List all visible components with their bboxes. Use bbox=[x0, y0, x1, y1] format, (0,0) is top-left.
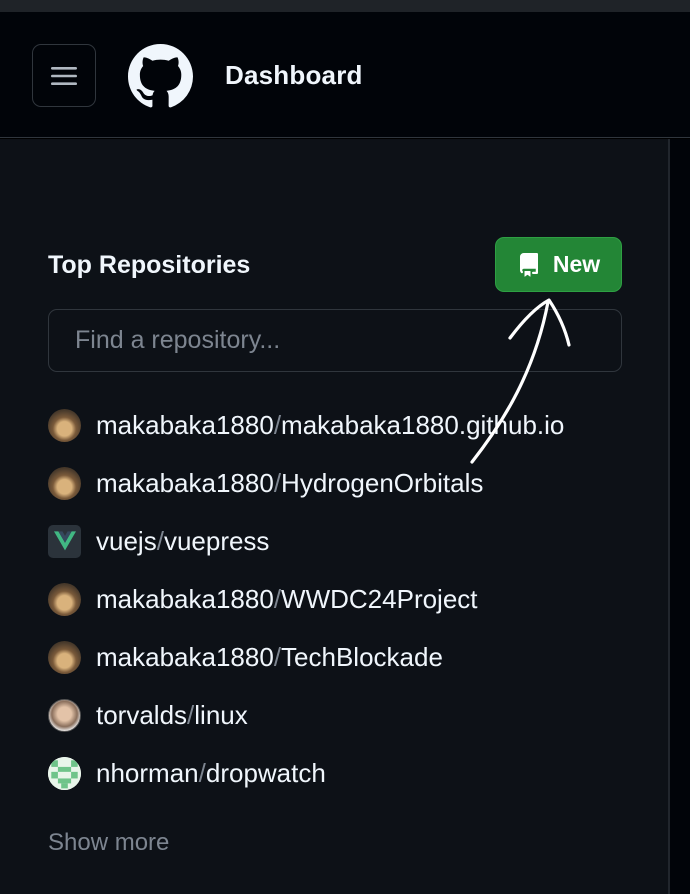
makabaka1880-avatar bbox=[48, 582, 81, 616]
repo-separator: / bbox=[198, 757, 206, 788]
repo-icon bbox=[519, 252, 538, 277]
main-content-edge bbox=[670, 139, 690, 894]
repo-separator: / bbox=[156, 525, 164, 556]
repo-name: linux bbox=[194, 699, 248, 730]
repo-owner: makabaka1880 bbox=[96, 409, 274, 440]
torvalds-avatar bbox=[48, 698, 81, 732]
repo-owner: nhorman bbox=[96, 757, 199, 788]
repo-list-item[interactable]: torvalds / linux bbox=[48, 698, 248, 732]
makabaka1880-avatar bbox=[48, 408, 81, 442]
find-repository-input[interactable] bbox=[48, 309, 622, 372]
repo-name: makabaka1880.github.io bbox=[281, 409, 565, 440]
new-repository-button[interactable]: New bbox=[495, 237, 622, 292]
nhorman-avatar bbox=[48, 756, 81, 790]
repo-separator: / bbox=[273, 641, 282, 672]
hamburger-menu-button[interactable] bbox=[32, 44, 96, 107]
repo-name: TechBlockade bbox=[281, 641, 443, 672]
repo-separator: / bbox=[273, 583, 282, 614]
repo-owner: vuejs bbox=[96, 525, 157, 556]
repo-owner: makabaka1880 bbox=[96, 467, 274, 498]
repo-name: HydrogenOrbitals bbox=[281, 467, 484, 498]
repo-list-item[interactable]: makabaka1880/makabaka1880.github.io bbox=[48, 408, 564, 442]
repo-owner: makabaka1880 bbox=[96, 641, 274, 672]
repo-name: vuepress bbox=[163, 525, 270, 556]
repo-list-item[interactable]: makabaka1880/HydrogenOrbitals bbox=[48, 466, 483, 500]
repo-list-item[interactable]: nhorman / dropwatch bbox=[48, 756, 326, 790]
repo-list-item[interactable]: makabaka1880/WWDC24Project bbox=[48, 582, 478, 616]
github-mark-icon bbox=[128, 44, 193, 108]
window-top-strip bbox=[0, 0, 690, 12]
github-logo[interactable] bbox=[128, 44, 193, 109]
makabaka1880-avatar bbox=[48, 466, 81, 500]
new-button-label: New bbox=[552, 251, 601, 277]
repo-separator: / bbox=[273, 409, 282, 440]
show-more-link[interactable]: Show more bbox=[48, 829, 169, 857]
repo-separator: / bbox=[273, 467, 282, 498]
repo-list-item[interactable]: makabaka1880/TechBlockade bbox=[48, 640, 443, 674]
makabaka1880-avatar bbox=[48, 640, 81, 674]
vue-logo-icon bbox=[53, 531, 76, 551]
repo-list-item[interactable]: vuejs / vuepress bbox=[48, 524, 269, 558]
repo-owner: torvalds bbox=[96, 699, 188, 730]
page-title[interactable]: Dashboard bbox=[225, 60, 363, 91]
repo-owner: makabaka1880 bbox=[96, 583, 274, 614]
repo-separator: / bbox=[187, 699, 195, 730]
top-repositories-heading: Top Repositories bbox=[48, 251, 251, 279]
app-header: Dashboard bbox=[0, 12, 690, 138]
identicon-icon bbox=[48, 756, 81, 790]
vuejs-avatar bbox=[48, 524, 81, 558]
repo-name: WWDC24Project bbox=[281, 583, 478, 614]
repo-name: dropwatch bbox=[205, 757, 326, 788]
hamburger-menu-icon bbox=[51, 66, 77, 85]
